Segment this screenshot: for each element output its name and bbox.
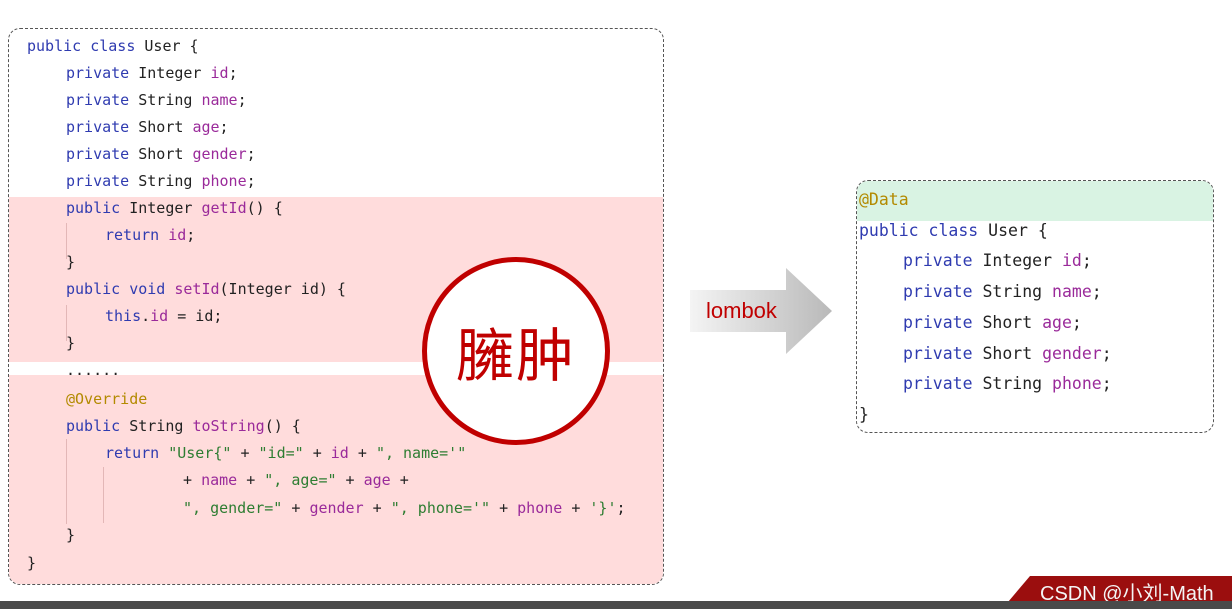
code-line-close-brace: } xyxy=(66,526,76,544)
code-line-field-age: private Short age; xyxy=(903,313,1082,332)
code-line-field-phone: private String phone; xyxy=(66,172,256,190)
code-line-class-close: } xyxy=(27,554,37,572)
code-line-override-annotation: @Override xyxy=(66,390,148,408)
code-line-field-phone: private String phone; xyxy=(903,374,1112,393)
code-line-concat-name-age: + name + ", age=" + age + xyxy=(183,471,409,489)
bottom-bar xyxy=(0,601,1232,609)
code-line-tostring: public String toString() { xyxy=(66,417,301,435)
code-line-class-close: } xyxy=(859,405,869,424)
code-line-data-annotation: @Data xyxy=(859,190,909,209)
code-line-field-id: private Integer id; xyxy=(66,64,238,82)
code-line-close-brace: } xyxy=(66,253,76,271)
arrow-label: lombok xyxy=(706,298,777,323)
code-line-return-id: return id; xyxy=(105,226,196,244)
indent-guide xyxy=(66,439,67,524)
code-line-getid: public Integer getId() { xyxy=(66,199,283,217)
code-line-field-name: private String name; xyxy=(903,282,1102,301)
code-line-return-string: return "User{" + "id=" + id + ", name='" xyxy=(105,444,467,462)
code-line-this-id: this.id = id; xyxy=(105,307,223,325)
code-line-class-decl: public class User { xyxy=(27,37,199,55)
lombok-code-panel: @Data public class User { private Intege… xyxy=(856,180,1214,433)
code-line-setid: public void setId(Integer id) { xyxy=(66,280,346,298)
code-line-ellipsis: ...... xyxy=(66,361,121,379)
code-line-field-age: private Short age; xyxy=(66,118,229,136)
bloated-stamp: 臃肿 xyxy=(422,257,610,445)
code-line-close-brace: } xyxy=(66,334,76,352)
code-line-class-decl: public class User { xyxy=(859,221,1048,240)
code-line-concat-gender-phone: ", gender=" + gender + ", phone='" + pho… xyxy=(183,499,626,517)
code-line-field-gender: private Short gender; xyxy=(66,145,256,163)
annotation-highlight xyxy=(857,181,1213,221)
code-line-field-id: private Integer id; xyxy=(903,251,1092,270)
code-line-field-name: private String name; xyxy=(66,91,247,109)
code-line-field-gender: private Short gender; xyxy=(903,344,1112,363)
stamp-text: 臃肿 xyxy=(455,322,576,390)
indent-guide xyxy=(103,467,104,523)
